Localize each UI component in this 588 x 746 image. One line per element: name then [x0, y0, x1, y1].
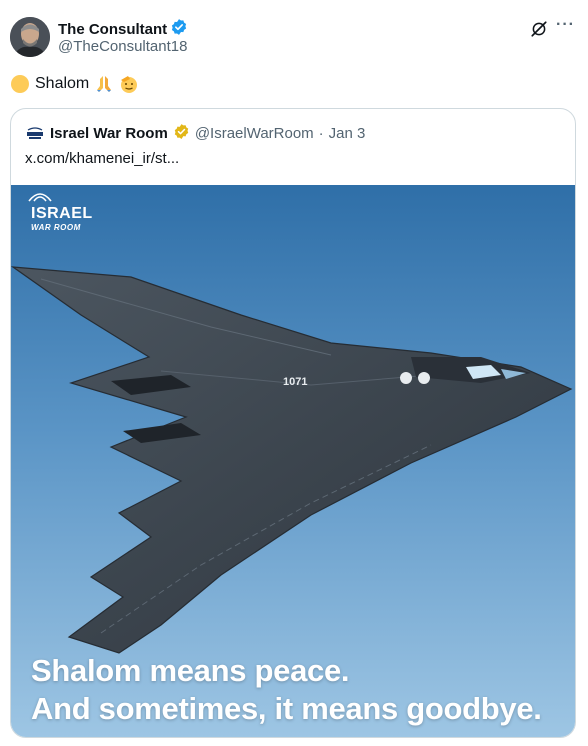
tweet-text-body: Shalom [35, 75, 90, 92]
quoted-post-card[interactable]: Israel War Room @IsraelWarRoom · Jan 3 x… [10, 108, 576, 738]
tweet-text: Shalom [10, 74, 139, 94]
more-options-icon[interactable]: ··· [556, 16, 575, 34]
watermark-bottom-text: WAR ROOM [31, 223, 81, 232]
yellow-circle-emoji [10, 74, 30, 94]
quoted-link[interactable]: x.com/khamenei_ir/st... [25, 150, 179, 167]
media-caption-line-2: And sometimes, it means goodbye. [31, 691, 542, 726]
quoted-post-header: Israel War Room @IsraelWarRoom · Jan 3 [25, 123, 365, 144]
author-display-name[interactable]: The Consultant [58, 18, 188, 40]
israel-war-room-watermark: ISRAEL WAR ROOM [28, 193, 93, 232]
folded-hands-emoji [94, 74, 114, 94]
author-avatar[interactable] [10, 17, 50, 57]
gold-verified-badge-icon [173, 123, 190, 144]
aircraft-tail-number: 1071 [283, 376, 307, 388]
saluting-face-emoji [119, 74, 139, 94]
quoted-display-name[interactable]: Israel War Room [50, 125, 168, 142]
israel-war-room-logo-icon[interactable] [25, 126, 45, 141]
media-caption-line-1: Shalom means peace. [31, 653, 350, 688]
verified-badge-icon [170, 18, 188, 40]
quoted-date[interactable]: Jan 3 [329, 125, 366, 142]
grok-icon[interactable] [530, 20, 548, 38]
quoted-media-image[interactable]: 1071 ISRAEL WAR ROOM Shalom means peace.… [11, 185, 575, 737]
separator-dot: · [318, 125, 324, 142]
author-name-text[interactable]: The Consultant [58, 21, 167, 38]
watermark-top-text: ISRAEL [31, 205, 93, 222]
author-handle[interactable]: @TheConsultant18 [58, 38, 187, 55]
quoted-handle[interactable]: @IsraelWarRoom [195, 125, 314, 142]
